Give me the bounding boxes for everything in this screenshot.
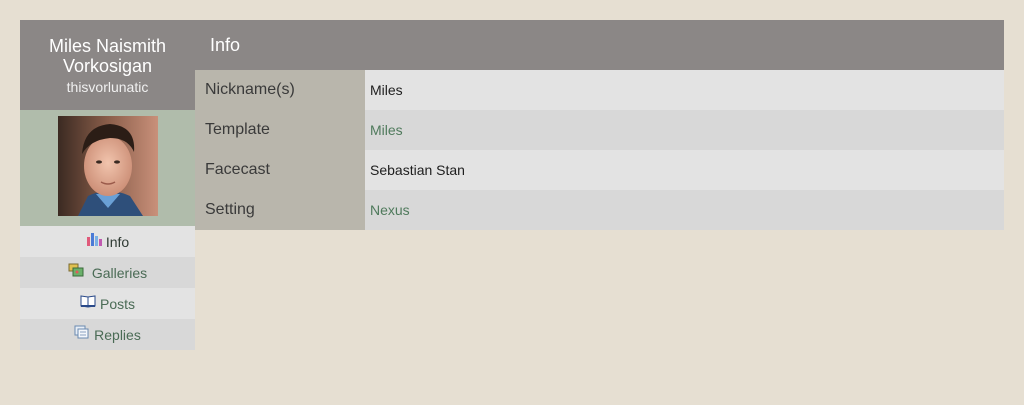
nav-info-label: Info [105,233,130,250]
character-name: Miles Naismith Vorkosigan [48,36,167,76]
nav-replies-label: Replies [94,326,141,343]
info-row-nickname: Nickname(s) Miles [195,70,1004,110]
galleries-icon [68,263,84,277]
info-row-facecast: Facecast Sebastian Stan [195,150,1004,190]
avatar [58,116,158,216]
page-title: Info [195,20,1004,70]
nav-galleries[interactable]: Galleries [20,257,195,288]
nav-replies[interactable]: Replies [20,319,195,350]
avatar-container [20,110,195,226]
info-value: Miles [365,70,1004,110]
nav-info[interactable]: Info [20,226,195,257]
replies-icon [74,325,90,339]
info-value: Sebastian Stan [365,150,1004,190]
profile-sidebar: Miles Naismith Vorkosigan thisvorlunatic [20,20,195,350]
avatar-image [58,116,158,216]
info-key: Nickname(s) [195,70,365,110]
bar-chart-icon [86,232,102,246]
setting-link[interactable]: Nexus [365,190,1004,230]
profile-header: Miles Naismith Vorkosigan thisvorlunatic [20,20,195,110]
info-row-template: Template Miles [195,110,1004,150]
info-panel: Info Nickname(s) Miles Template Miles Fa… [195,20,1004,230]
nav-posts-label: Posts [99,295,135,312]
info-key: Facecast [195,150,365,190]
info-row-setting: Setting Nexus [195,190,1004,230]
nav-posts[interactable]: Posts [20,288,195,319]
info-key: Setting [195,190,365,230]
book-icon [80,294,96,308]
nav-galleries-label: Galleries [91,264,148,281]
screen-name: thisvorlunatic [66,79,149,95]
template-link[interactable]: Miles [365,110,1004,150]
info-key: Template [195,110,365,150]
